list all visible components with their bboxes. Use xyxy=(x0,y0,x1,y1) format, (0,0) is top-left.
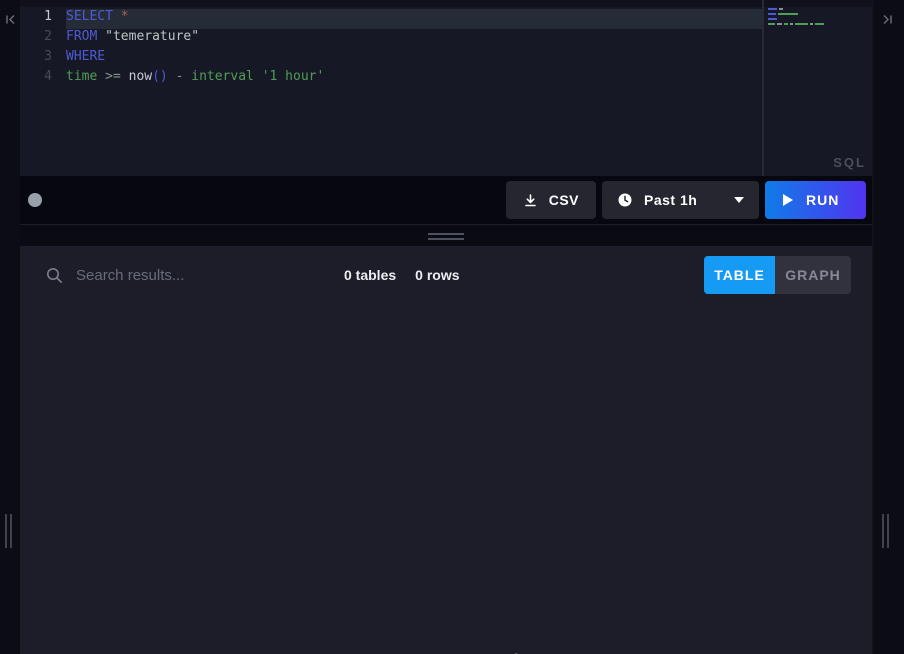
collapse-left-icon[interactable] xyxy=(4,13,17,26)
pane-splitter xyxy=(20,224,872,246)
tab-table[interactable]: TABLE xyxy=(704,256,775,294)
code-line[interactable]: SELECT * xyxy=(66,9,762,29)
code-line[interactable]: FROM "temerature" xyxy=(66,29,762,49)
editor-top-shade xyxy=(20,0,872,7)
csv-export-button[interactable]: CSV xyxy=(506,181,596,219)
run-button-label: RUN xyxy=(806,192,839,208)
code-line[interactable]: WHERE xyxy=(66,49,762,69)
line-number: 2 xyxy=(20,29,64,49)
search-results-input[interactable] xyxy=(76,267,314,284)
results-header: 0 tables 0 rows TABLE GRAPH xyxy=(20,246,872,304)
editor-minimap-divider xyxy=(762,0,764,176)
empty-state-title: Query Results xyxy=(20,649,872,654)
collapse-right-icon[interactable] xyxy=(881,13,894,26)
tab-graph[interactable]: GRAPH xyxy=(775,256,851,294)
editor-code[interactable]: SELECT *FROM "temerature"WHEREtime >= no… xyxy=(66,9,762,89)
results-pane: 0 tables 0 rows TABLE GRAPH Query Result… xyxy=(20,246,872,654)
right-rail xyxy=(872,0,904,654)
csv-button-label: CSV xyxy=(549,192,579,208)
editor-minimap[interactable] xyxy=(768,8,826,28)
splitter-drag-handle[interactable] xyxy=(428,233,464,243)
line-number: 4 xyxy=(20,69,64,89)
run-query-button[interactable]: RUN xyxy=(765,181,866,219)
language-label: SQL xyxy=(833,155,866,170)
rows-count: 0 rows xyxy=(415,267,459,283)
chevron-down-icon xyxy=(734,197,744,203)
right-pane-drag-handle[interactable] xyxy=(882,514,889,548)
search-icon xyxy=(46,267,63,284)
play-icon xyxy=(783,194,793,206)
time-range-value: Past 1h xyxy=(644,192,697,208)
tables-count: 0 tables xyxy=(344,267,396,283)
view-toggle: TABLE GRAPH xyxy=(704,256,851,294)
sql-editor[interactable]: 1234 SELECT *FROM "temerature"WHEREtime … xyxy=(20,0,872,176)
line-number: 3 xyxy=(20,49,64,69)
left-pane-drag-handle[interactable] xyxy=(5,514,12,548)
status-indicator xyxy=(28,193,42,207)
query-toolbar: CSV Past 1h RUN xyxy=(20,176,872,224)
left-rail xyxy=(0,0,20,654)
clock-icon xyxy=(617,192,633,208)
editor-gutter: 1234 xyxy=(20,9,64,89)
time-range-dropdown[interactable]: Past 1h xyxy=(602,181,759,219)
line-number: 1 xyxy=(20,9,64,29)
download-icon xyxy=(523,193,538,208)
code-line[interactable]: time >= now() - interval '1 hour' xyxy=(66,69,762,89)
